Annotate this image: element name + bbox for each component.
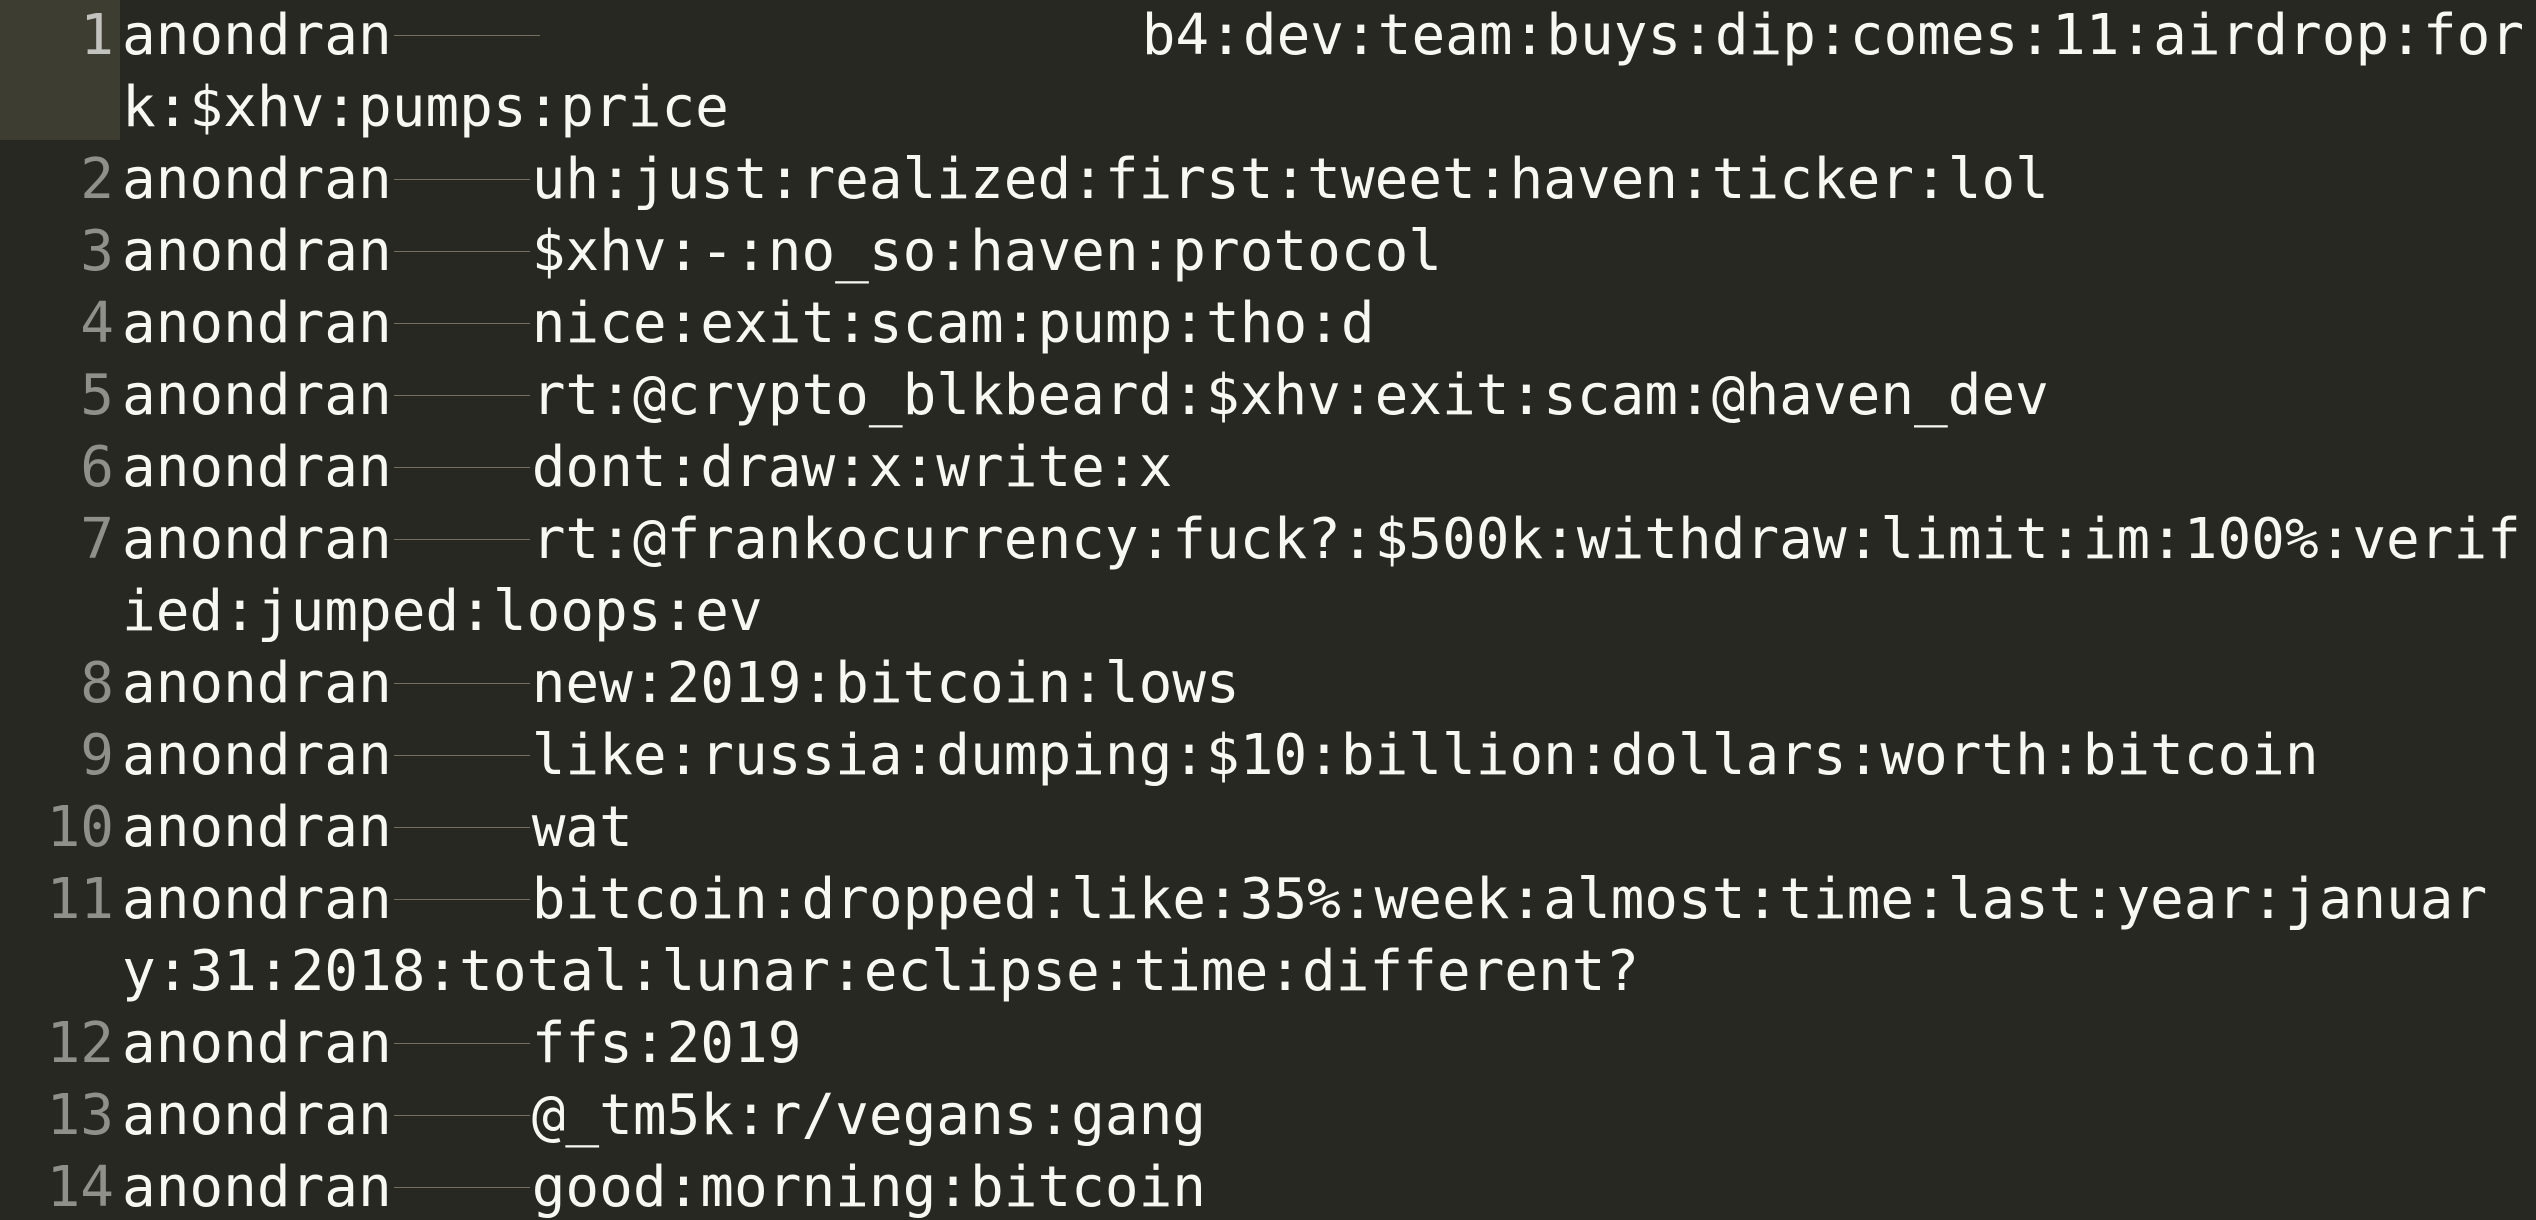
line-number: 13 [46,1083,114,1148]
line-number: 2 [80,147,114,212]
tab-separator-icon [392,216,532,288]
line-content[interactable]: anondran good:morning:bitcoin [118,1152,2536,1220]
username-field: anondran [122,3,392,68]
username-field: anondran [122,291,392,356]
editor-lines[interactable]: 1 anondran b4:dev:team:buys:dip:comes:11:a… [0,0,2536,1220]
editor-line[interactable]: 6 anondran dont:draw:x:write:x [0,432,2536,504]
line-content[interactable]: anondran uh:just:realized:first:tweet:hav… [118,144,2536,216]
line-number: 11 [46,867,114,932]
editor-line[interactable]: 7 anondran rt:@frankocurrency:fuck?:$500k:… [0,504,2536,648]
tab-separator-icon [392,0,542,72]
line-content[interactable]: anondran b4:dev:team:buys:dip:comes:11:ai… [118,0,2536,144]
line-number: 6 [80,435,114,500]
message-text: dont:draw:x:write:x [531,435,1173,500]
line-content[interactable]: anondran nice:exit:scam:pump:tho:d [118,288,2536,360]
line-number: 5 [80,363,114,428]
message-text: good:morning:bitcoin [531,1155,1207,1220]
username-field: anondran [122,219,392,284]
tab-separator-icon [392,1008,532,1080]
line-content[interactable]: anondran like:russia:dumping:$10:billion:… [118,720,2536,792]
message-text: rt:@crypto_blkbeard:$xhv:exit:scam:@have… [531,363,2049,428]
message-text: uh:just:realized:first:tweet:haven:ticke… [531,147,2049,212]
username-field: anondran [122,435,392,500]
text-editor[interactable]: 1 anondran b4:dev:team:buys:dip:comes:11:a… [0,0,2536,1220]
username-field: anondran [122,1083,392,1148]
line-number: 10 [46,795,114,860]
editor-line[interactable]: 12 anondran ffs:2019 [0,1008,2536,1080]
username-field: anondran [122,867,392,932]
message-text: wat [531,795,633,860]
line-content[interactable]: anondran ffs:2019 [118,1008,2536,1080]
username-field: anondran [122,1011,392,1076]
line-content[interactable]: anondran bitcoin:dropped:like:35%:week:al… [118,864,2536,1008]
message-text: new:2019:bitcoin:lows [531,651,1240,716]
line-content[interactable]: anondran rt:@crypto_blkbeard:$xhv:exit:sc… [118,360,2536,432]
message-text: @_tm5k:r/vegans:gang [531,1083,1207,1148]
message-text: like:russia:dumping:$10:billion:dollars:… [531,723,2319,788]
username-field: anondran [122,507,392,572]
tab-separator-icon [392,432,532,504]
username-field: anondran [122,147,392,212]
line-content[interactable]: anondran rt:@frankocurrency:fuck?:$500k:w… [118,504,2536,648]
tab-separator-icon [392,1080,532,1152]
editor-line[interactable]: 11 anondran bitcoin:dropped:like:35%:week:… [0,864,2536,1008]
tab-separator-icon [392,648,532,720]
line-number: 12 [46,1011,114,1076]
editor-line[interactable]: 10 anondran wat [0,792,2536,864]
editor-line[interactable]: 9 anondran like:russia:dumping:$10:billion… [0,720,2536,792]
line-content[interactable]: anondran dont:draw:x:write:x [118,432,2536,504]
message-text: ffs:2019 [531,1011,802,1076]
line-number: 7 [80,507,114,572]
tab-separator-icon [392,288,532,360]
line-number: 14 [46,1155,114,1220]
line-number: 3 [80,219,114,284]
line-number: 9 [80,723,114,788]
username-field: anondran [122,1155,392,1220]
username-field: anondran [122,723,392,788]
line-number: 4 [80,291,114,356]
editor-line[interactable]: 8 anondran new:2019:bitcoin:lows [0,648,2536,720]
line-content[interactable]: anondran @_tm5k:r/vegans:gang [118,1080,2536,1152]
tab-separator-icon [392,144,532,216]
username-field: anondran [122,363,392,428]
line-content[interactable]: anondran $xhv:-:no_so:haven:protocol [118,216,2536,288]
editor-line[interactable]: 2 anondran uh:just:realized:first:tweet:ha… [0,144,2536,216]
message-text: nice:exit:scam:pump:tho:d [531,291,1375,356]
tab-separator-icon [392,1152,532,1220]
editor-line[interactable]: 3 anondran $xhv:-:no_so:haven:protocol [0,216,2536,288]
editor-line[interactable]: 13 anondran @_tm5k:r/vegans:gang [0,1080,2536,1152]
editor-line[interactable]: 5 anondran rt:@crypto_blkbeard:$xhv:exit:s… [0,360,2536,432]
tab-separator-icon [392,504,532,576]
username-field: anondran [122,795,392,860]
editor-line[interactable]: 4 anondran nice:exit:scam:pump:tho:d [0,288,2536,360]
tab-separator-icon [392,792,532,864]
tab-separator-icon [392,864,532,936]
line-content[interactable]: anondran new:2019:bitcoin:lows [118,648,2536,720]
editor-line[interactable]: 1 anondran b4:dev:team:buys:dip:comes:11:a… [0,0,2536,144]
message-text: $xhv:-:no_so:haven:protocol [531,219,1443,284]
line-number: 1 [80,3,114,68]
line-content[interactable]: anondran wat [118,792,2536,864]
tab-separator-icon [392,720,532,792]
tab-separator-icon [392,360,532,432]
line-number: 8 [80,651,114,716]
username-field: anondran [122,651,392,716]
editor-line[interactable]: 14 anondran good:morning:bitcoin [0,1152,2536,1220]
